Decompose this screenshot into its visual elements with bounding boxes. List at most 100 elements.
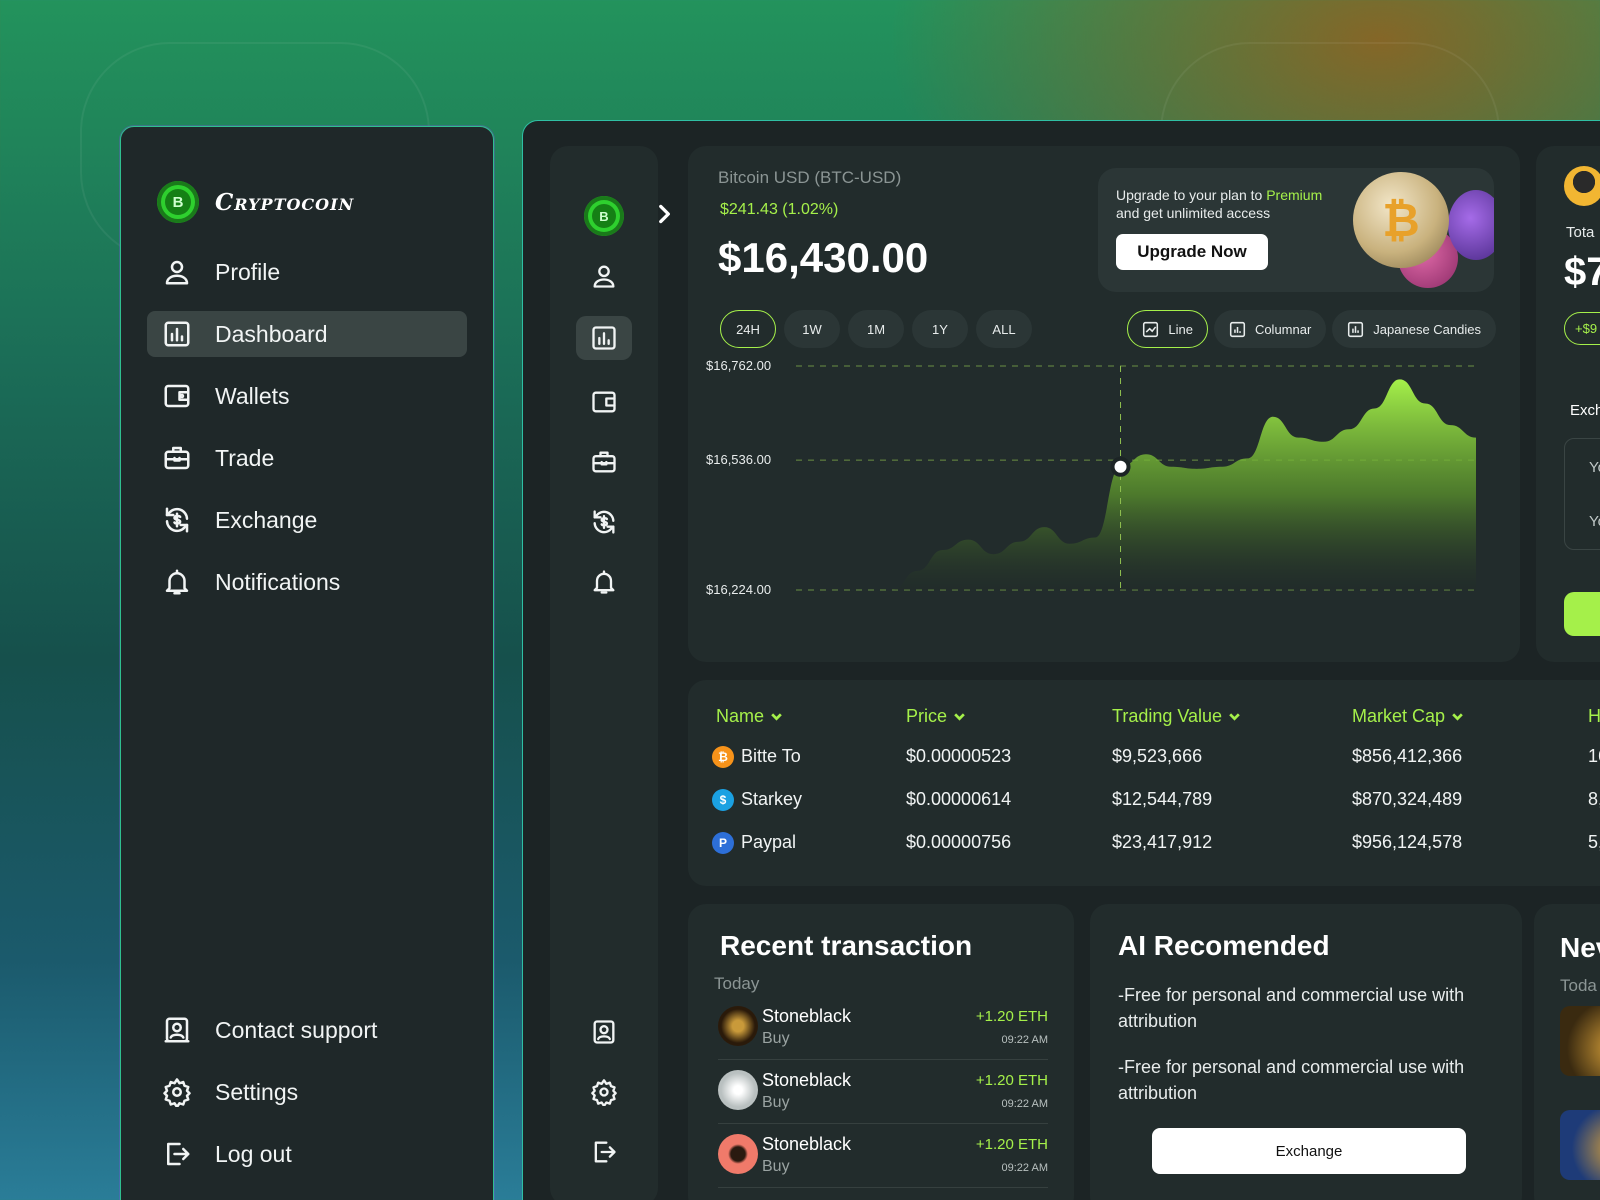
timeframe-all[interactable]: ALL — [976, 310, 1032, 348]
avatar — [718, 1134, 758, 1174]
exchange-section-label: Exch — [1570, 402, 1600, 419]
paypal-icon: P — [712, 832, 734, 855]
sidebar-item-label: Settings — [215, 1078, 299, 1105]
chart-type-candles[interactable]: Japanese Candies — [1332, 310, 1496, 348]
sidebar-item-logout[interactable]: Log out — [147, 1131, 467, 1177]
sidebar-item-label: Contact support — [215, 1016, 378, 1043]
sidebar-item-settings[interactable]: Settings — [147, 1069, 467, 1115]
table-cell-name[interactable]: P Paypal — [712, 832, 796, 855]
chevron-right-icon[interactable] — [642, 192, 686, 236]
sidebar-item-trade[interactable]: Trade — [147, 435, 467, 481]
transaction-amount: +1.20 ETH — [975, 1008, 1048, 1025]
sidebar-item-exchange[interactable]: Exchange — [147, 497, 467, 543]
recent-transactions-card: Recent transaction Today Stoneblack Buy +1… — [688, 904, 1074, 1200]
sidebar-item-contact-support[interactable]: Contact support — [147, 1007, 467, 1053]
sidebar-bottom-nav: Contact support Settings Log out — [147, 1007, 467, 1193]
timeframe-1y[interactable]: 1Y — [912, 310, 968, 348]
table-cell-market-cap: $856,412,366 — [1352, 746, 1463, 766]
news-thumbnail[interactable] — [1560, 1006, 1600, 1076]
contact-icon — [593, 1020, 615, 1044]
y-tick-label: $16,536.00 — [706, 452, 771, 467]
transaction-row[interactable]: Stoneblack Buy +1.20 ETH 09:22 AM — [718, 1000, 1048, 1060]
price-area-chart: $16,762.00 $16,536.00 $16,224.00 — [706, 358, 1476, 597]
exchange-icon — [593, 510, 615, 534]
column-header-market-cap[interactable]: Market Cap — [1352, 706, 1464, 727]
total-delta-badge: +$9 — [1564, 312, 1600, 345]
sidebar-item-profile[interactable]: Profile — [147, 249, 467, 295]
user-icon — [593, 265, 615, 288]
exchange-submit-button[interactable] — [1564, 592, 1600, 636]
bitcoin-icon: ₿ — [712, 746, 734, 769]
brand[interactable]: B Cryptocoin — [157, 181, 354, 223]
chevron-down-icon — [1452, 713, 1463, 721]
table-cell-name[interactable]: $ Starkey — [712, 789, 803, 812]
sidebar-item-label: Dashboard — [215, 320, 328, 347]
table-cell-price: $0.00000523 — [906, 746, 1012, 766]
timeframe-1w[interactable]: 1W — [784, 310, 840, 348]
y-tick-label: $16,762.00 — [706, 358, 771, 373]
avatar[interactable] — [1564, 166, 1600, 206]
timeframe-24h[interactable]: 24H — [720, 310, 776, 348]
rail-item-logout[interactable] — [576, 1130, 632, 1174]
upgrade-banner: Upgrade to your plan to Premium and get … — [1098, 168, 1494, 292]
chart-type-columnar[interactable]: Columnar — [1213, 310, 1327, 348]
sidebar-item-label: Wallets — [215, 382, 290, 409]
briefcase-icon — [592, 451, 616, 473]
token-name: Bitte To — [741, 746, 801, 766]
transaction-time: 09:22 AM — [1001, 1034, 1048, 1046]
bitcoin-coin-icon: ₿ — [1353, 172, 1449, 268]
chart-icon — [161, 318, 193, 350]
ai-recommended-title: AI Recomended — [1118, 930, 1330, 961]
table-cell-extra: 16 — [1588, 746, 1600, 766]
chart-type-line[interactable]: Line — [1127, 310, 1208, 348]
sidebar-item-notifications[interactable]: Notifications — [147, 559, 467, 605]
token-name: Starkey — [741, 789, 803, 809]
line-chart-icon — [1143, 321, 1159, 337]
table-cell-price: $0.00000756 — [906, 832, 1012, 852]
exchange-button[interactable]: Exchange — [1152, 1128, 1466, 1174]
price-change: $241.43 (1.02%) — [720, 201, 839, 218]
column-header-price[interactable]: Price — [906, 706, 966, 727]
gear-icon — [591, 1079, 617, 1106]
recent-transactions-title: Recent transaction — [720, 930, 973, 961]
transaction-amount: +1.20 ETH — [975, 1072, 1048, 1089]
rail-item-settings[interactable] — [576, 1070, 632, 1114]
news-thumbnail[interactable] — [1560, 1110, 1600, 1180]
brand-logo-icon[interactable]: B — [584, 196, 624, 236]
column-header-trading-value[interactable]: Trading Value — [1112, 706, 1241, 727]
chevron-down-icon — [771, 713, 782, 721]
icon-rail: B — [550, 146, 670, 1200]
sidebar-item-label: Exchange — [215, 506, 318, 533]
day-label: Toda — [1560, 976, 1597, 995]
column-header-extra[interactable]: H — [1588, 706, 1600, 727]
table-cell-market-cap: $870,324,489 — [1352, 789, 1463, 809]
ai-recommended-card: AI Recomended -Free for personal and com… — [1090, 904, 1522, 1200]
transaction-name: Stoneblack — [762, 1006, 852, 1026]
sidebar-item-wallets[interactable]: Wallets — [147, 373, 467, 419]
column-header-name[interactable]: Name — [716, 706, 783, 727]
rail-item-contact-support[interactable] — [576, 1010, 632, 1054]
transaction-row[interactable]: Stoneblack Buy +1.20 ETH 09:22 AM — [718, 1128, 1048, 1188]
rail-item-wallets[interactable] — [576, 380, 632, 424]
brand-logo-icon: B — [157, 181, 199, 223]
sidebar-item-dashboard[interactable]: Dashboard — [147, 311, 467, 357]
rail-item-profile[interactable] — [576, 254, 632, 298]
sidebar: B Cryptocoin Profile Dashboard Wallets T… — [120, 126, 494, 1200]
rail-item-dashboard[interactable] — [576, 316, 632, 360]
briefcase-icon — [161, 442, 193, 474]
timeframe-1m[interactable]: 1M — [848, 310, 904, 348]
transaction-time: 09:22 AM — [1001, 1162, 1048, 1174]
transaction-row[interactable]: Stoneblack Buy +1.20 ETH 09:22 AM — [718, 1064, 1048, 1124]
rail-item-exchange[interactable] — [576, 500, 632, 544]
sidebar-nav: Profile Dashboard Wallets Trade Exchange… — [147, 249, 467, 621]
table-cell-name[interactable]: ₿ Bitte To — [712, 746, 801, 769]
exchange-icon — [161, 504, 193, 536]
rail-item-notifications[interactable] — [576, 560, 632, 604]
exchange-input-box[interactable]: Yo Yo — [1564, 438, 1600, 550]
upgrade-now-button[interactable]: Upgrade Now — [1116, 234, 1268, 270]
rail-item-trade[interactable] — [576, 440, 632, 484]
highlight-point[interactable] — [1110, 456, 1131, 477]
candle-chart-icon — [1348, 321, 1364, 337]
total-value: $7 — [1564, 250, 1600, 294]
logout-icon — [594, 1141, 616, 1163]
